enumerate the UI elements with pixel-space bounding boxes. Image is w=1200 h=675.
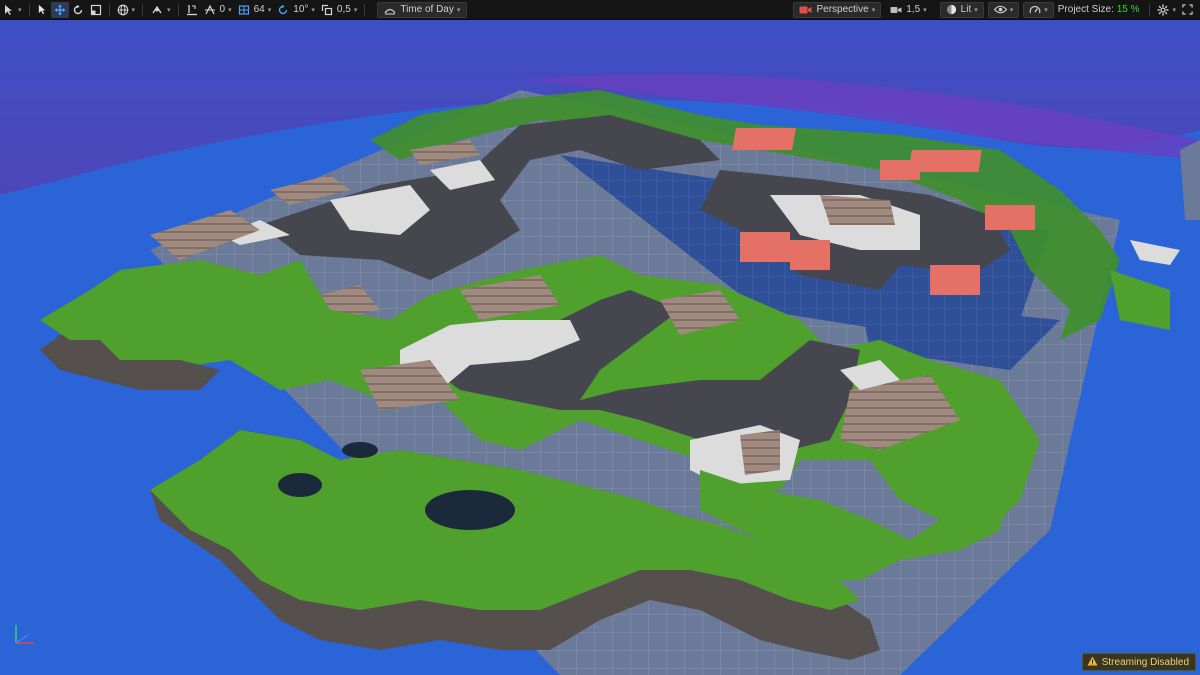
performance-dropdown[interactable]: ▾ [1023, 1, 1054, 18]
chevron-down-icon: ▾ [228, 6, 232, 14]
camera-icon [799, 5, 812, 15]
lighting-mode-dropdown[interactable]: Lit ▾ [939, 1, 984, 18]
rotate-icon [72, 4, 84, 16]
rotation-snap-value: 10° [293, 4, 309, 15]
small-house [740, 430, 780, 475]
cliff-hole [425, 490, 515, 530]
lighting-mode-label: Lit [960, 4, 972, 15]
viewport-toolbar: ▾ ▾ ▾ 0 ▾ 64 ▾ 10° ▾ 0,5 ▾ Time of Day ▾… [0, 0, 1200, 20]
view-mode-label: Perspective [816, 4, 869, 15]
grid-snap-dropdown[interactable]: 0 ▾ [201, 2, 235, 18]
select-icon [3, 4, 15, 16]
select-mode-dropdown[interactable]: ▾ [0, 2, 25, 18]
chevron-down-icon: ▾ [311, 6, 315, 14]
floor-snap-icon [186, 4, 198, 16]
scale-snap-dropdown[interactable]: 0,5 ▾ [318, 2, 360, 18]
view-options: Perspective ▾ 1,5 ▾ Lit ▾ ▾ ▾ Project Si… [793, 0, 1200, 20]
cursor-icon [37, 4, 48, 15]
chevron-down-icon: ▾ [974, 6, 978, 14]
project-size-value: 15 % [1116, 4, 1140, 15]
divider [177, 3, 179, 16]
cliff-hole [278, 473, 322, 497]
surface-snap-icon [150, 4, 164, 16]
scale-tool-button[interactable] [87, 2, 105, 18]
rotation-snap-icon [277, 4, 289, 16]
cliff-hole [342, 442, 378, 458]
world-icon [117, 4, 129, 16]
surface-snap-dropdown[interactable]: ▾ [147, 2, 174, 18]
chevron-down-icon: ▾ [131, 6, 136, 14]
red-roof [880, 160, 920, 180]
gauge-icon [1029, 4, 1041, 16]
select-tool-button[interactable] [34, 2, 51, 18]
rotation-snap-dropdown[interactable]: 10° ▾ [274, 2, 318, 18]
chevron-down-icon: ▾ [267, 6, 272, 14]
divider [108, 3, 110, 16]
camera-speed-value: 1,5 [906, 4, 921, 15]
move-icon [54, 4, 66, 16]
grid-snap-value: 0 [219, 4, 226, 15]
red-roof [930, 265, 980, 295]
scale-snap-value: 0,5 [336, 4, 351, 15]
streaming-status-label: Streaming Disabled [1101, 656, 1189, 668]
eye-icon [993, 5, 1007, 14]
camera-speed-dropdown[interactable]: 1,5 ▾ [887, 2, 929, 18]
chevron-down-icon: ▾ [18, 6, 22, 14]
grid-size-icon [238, 4, 250, 16]
coordinate-system-dropdown[interactable]: ▾ [114, 2, 139, 18]
world-axes-gizmo [8, 619, 42, 649]
streaming-status-badge[interactable]: Streaming Disabled [1081, 653, 1196, 671]
viewport-settings-dropdown[interactable]: ▾ [1154, 2, 1179, 18]
divider [28, 3, 30, 16]
snap-tools: ▾ 0 ▾ 64 ▾ 10° ▾ 0,5 ▾ Time of Day ▾ [147, 0, 468, 20]
divider [1149, 3, 1151, 16]
chevron-down-icon: ▾ [456, 6, 461, 14]
camera-speed-icon [890, 5, 902, 15]
rotate-tool-button[interactable] [69, 2, 87, 18]
chevron-down-icon: ▾ [923, 6, 927, 14]
transform-tools: ▾ ▾ [0, 0, 147, 20]
level-scene[interactable] [0, 20, 1200, 675]
level-viewport[interactable]: Streaming Disabled [0, 20, 1200, 675]
chevron-down-icon: ▾ [1009, 6, 1014, 14]
snap-to-floor-button[interactable] [183, 2, 201, 18]
grid-size-value: 64 [253, 4, 265, 15]
lit-sphere-icon [946, 4, 957, 15]
chevron-down-icon: ▾ [167, 6, 171, 14]
scale-snap-icon [321, 4, 333, 16]
red-roof [732, 128, 796, 150]
project-size-readout: Project Size: 15 % [1058, 4, 1140, 15]
scale-icon [90, 4, 102, 16]
time-of-day-label: Time of Day [400, 4, 454, 15]
gear-icon [1157, 4, 1169, 16]
view-mode-dropdown[interactable]: Perspective ▾ [793, 1, 882, 18]
chevron-down-icon: ▾ [1172, 6, 1176, 14]
move-tool-button[interactable] [50, 1, 69, 18]
divider [364, 3, 366, 16]
divider [142, 3, 144, 16]
maximize-icon [1182, 4, 1193, 15]
chevron-down-icon: ▾ [871, 6, 876, 14]
maximize-viewport-button[interactable] [1179, 2, 1196, 18]
show-flags-dropdown[interactable]: ▾ [987, 1, 1020, 18]
warning-icon [1087, 656, 1098, 669]
red-roof [985, 205, 1035, 230]
sun-icon [384, 4, 396, 16]
grid-snap-icon [204, 4, 216, 16]
project-size-label: Project Size: [1057, 4, 1114, 15]
red-roof [740, 232, 790, 262]
chevron-down-icon: ▾ [1044, 6, 1048, 14]
grid-size-dropdown[interactable]: 64 ▾ [235, 2, 275, 18]
chevron-down-icon: ▾ [353, 6, 358, 14]
time-of-day-dropdown[interactable]: Time of Day ▾ [377, 1, 468, 18]
red-roof [790, 240, 830, 270]
axes-icon [15, 625, 34, 644]
